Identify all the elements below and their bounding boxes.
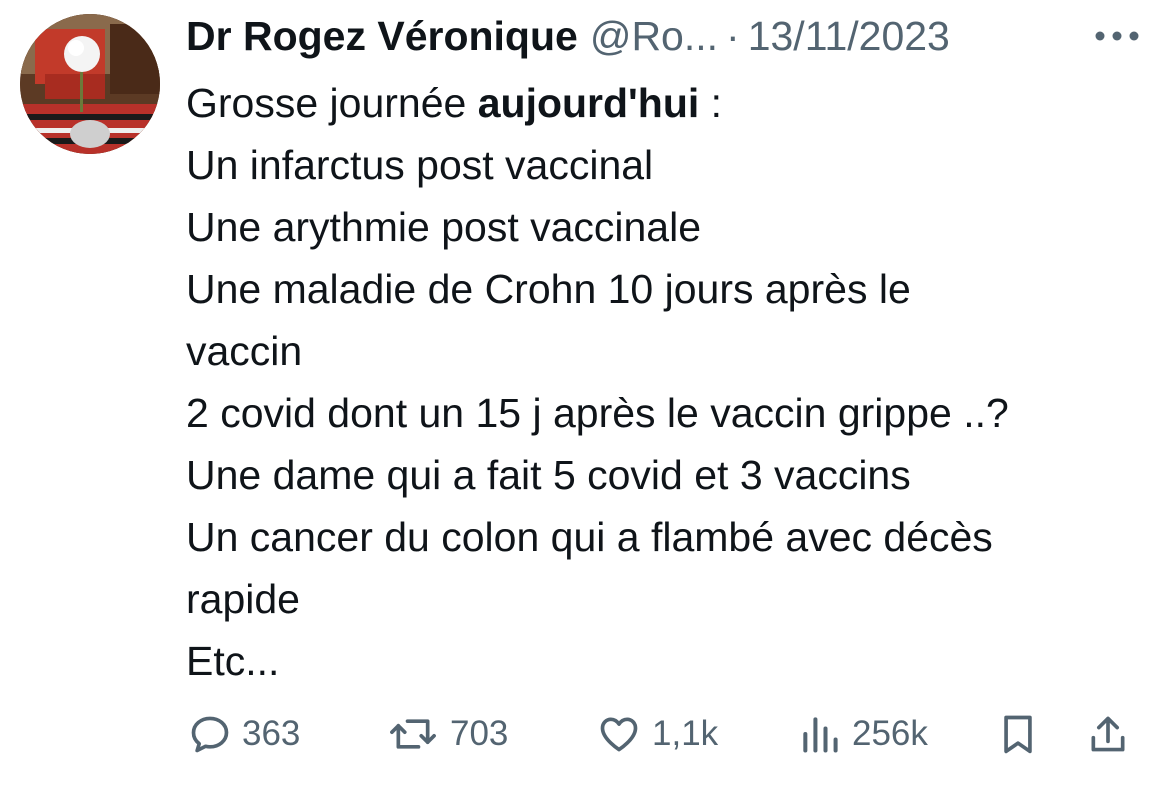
retweet-button[interactable]: 703 (386, 706, 508, 762)
views-icon (803, 717, 838, 753)
tweet-text-line: Etc... (186, 638, 280, 684)
tweet-header: Dr Rogez Véronique @Ro... · 13/11/2023 (186, 10, 1146, 62)
like-count: 1,1k (652, 714, 719, 753)
like-button[interactable]: 1,1k (596, 706, 718, 762)
bold-word: aujourd'hui (477, 80, 700, 126)
tweet-text-line: 2 covid dont un 15 j après le vaccin gri… (186, 390, 1009, 436)
reply-icon (191, 716, 229, 753)
bookmark-icon (1004, 715, 1032, 754)
reply-count: 363 (242, 714, 301, 753)
avatar-image (20, 14, 160, 154)
tweet: Dr Rogez Véronique @Ro... · 13/11/2023 G… (0, 0, 1170, 792)
tweet-text: Grosse journée aujourd'hui : Un infarctu… (186, 72, 1146, 692)
tweet-date[interactable]: 13/11/2023 (748, 13, 950, 60)
share-button[interactable] (1086, 706, 1130, 762)
avatar[interactable] (20, 14, 160, 154)
retweet-count: 703 (450, 714, 509, 753)
bookmark-button[interactable] (996, 706, 1040, 762)
more-dots-icon (1095, 31, 1139, 41)
views-button[interactable]: 256k (798, 706, 928, 762)
share-icon (1091, 716, 1125, 752)
more-options-button[interactable] (1092, 22, 1142, 50)
retweet-icon (390, 719, 436, 749)
heart-icon (600, 717, 638, 752)
tweet-text-line: vaccin (186, 328, 303, 374)
tweet-text-line: Une maladie de Crohn 10 jours après le (186, 266, 911, 312)
action-bar: 363 703 1,1k 256k (186, 706, 1146, 762)
tweet-text-line: Une dame qui a fait 5 covid et 3 vaccins (186, 452, 911, 498)
separator-dot: · (726, 12, 740, 59)
tweet-text-line: Une arythmie post vaccinale (186, 204, 702, 250)
tweet-text-line: Un cancer du colon qui a flambé avec déc… (186, 514, 993, 560)
tweet-text-line: Grosse journée aujourd'hui : (186, 80, 723, 126)
views-count: 256k (852, 714, 928, 753)
reply-button[interactable]: 363 (188, 706, 300, 762)
author-handle[interactable]: @Ro... (590, 13, 718, 60)
author-name[interactable]: Dr Rogez Véronique (186, 13, 578, 60)
tweet-text-line: rapide (186, 576, 300, 622)
tweet-text-line: Un infarctus post vaccinal (186, 142, 654, 188)
